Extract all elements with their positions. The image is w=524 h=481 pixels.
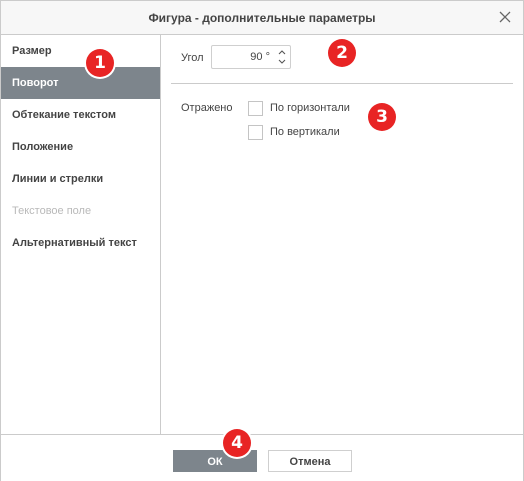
annotation-badge-4: 4 xyxy=(223,429,251,457)
flip-vertical-checkbox[interactable] xyxy=(248,125,263,140)
flip-vertical-label[interactable]: По вертикали xyxy=(270,126,340,138)
sidebar-item-text-box: Текстовое поле xyxy=(12,205,92,217)
advanced-settings-dialog: Фигура - дополнительные параметры Размер… xyxy=(0,0,524,481)
rotation-panel: Угол 90 ° Отражено По горизонтали По вер… xyxy=(161,35,523,434)
cancel-button[interactable]: Отмена xyxy=(268,450,352,472)
sidebar-item-lines-arrows[interactable]: Линии и стрелки xyxy=(1,163,160,195)
section-divider xyxy=(171,83,513,84)
annotation-badge-2: 2 xyxy=(328,39,356,67)
spin-up-icon[interactable] xyxy=(277,48,287,57)
dialog-title: Фигура - дополнительные параметры xyxy=(148,11,376,25)
sidebar-item-size[interactable]: Размер xyxy=(1,35,160,67)
flip-horizontal-checkbox[interactable] xyxy=(248,101,263,116)
angle-label: Угол xyxy=(181,52,204,64)
settings-sidebar: Размер Поворот Обтекание текстом Положен… xyxy=(1,35,161,434)
close-icon[interactable] xyxy=(497,9,513,25)
sidebar-item-text-wrapping[interactable]: Обтекание текстом xyxy=(1,99,160,131)
flip-horizontal-label[interactable]: По горизонтали xyxy=(270,102,350,114)
dialog-footer: ОК Отмена xyxy=(1,434,523,481)
sidebar-item-alt-text[interactable]: Альтернативный текст xyxy=(1,227,160,259)
dialog-titlebar: Фигура - дополнительные параметры xyxy=(1,1,523,35)
annotation-badge-3: 3 xyxy=(368,103,396,131)
annotation-badge-1: 1 xyxy=(86,49,114,77)
spin-down-icon[interactable] xyxy=(277,57,287,66)
angle-value[interactable]: 90 ° xyxy=(250,51,270,63)
flip-label: Отражено xyxy=(181,102,233,114)
angle-spinner[interactable]: 90 ° xyxy=(211,45,291,69)
sidebar-item-rotation[interactable]: Поворот xyxy=(1,67,160,99)
sidebar-item-position[interactable]: Положение xyxy=(1,131,160,163)
